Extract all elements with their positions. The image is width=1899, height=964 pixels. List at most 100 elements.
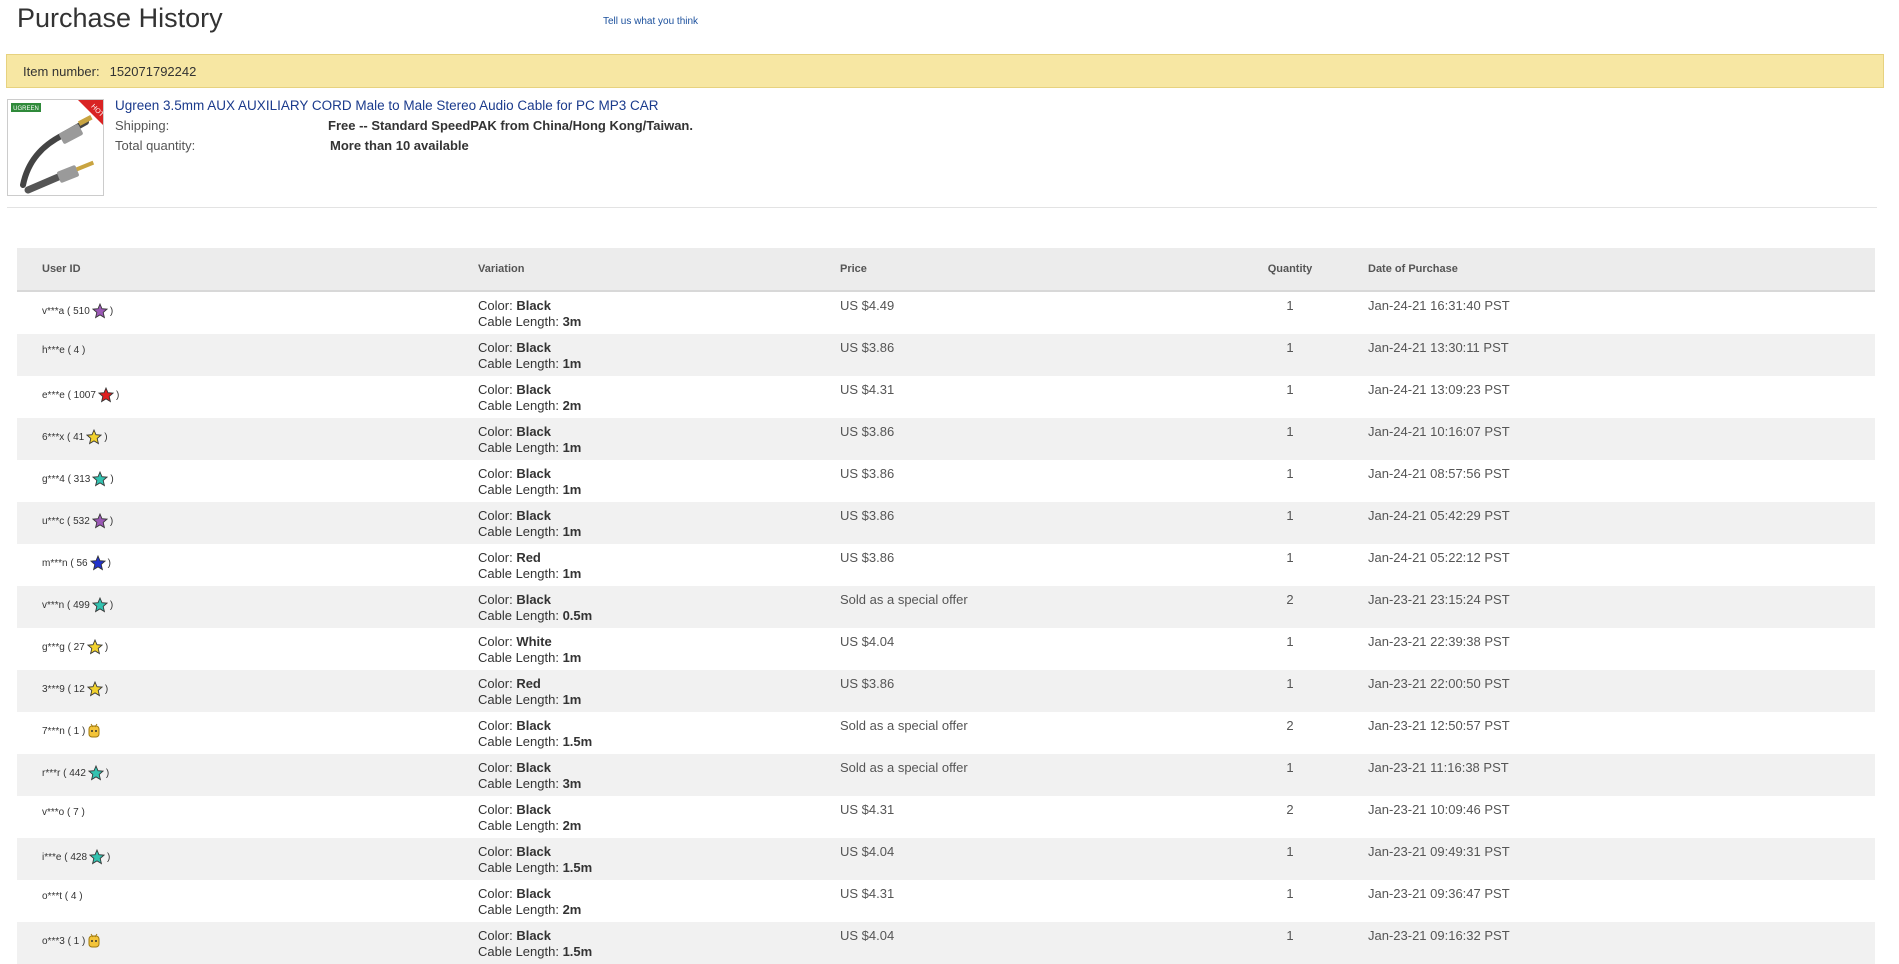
date-text: Jan-23-21 23:15:24 PST: [1368, 592, 1510, 607]
cell-price: US $3.86: [840, 334, 1212, 376]
cell-date: Jan-24-21 10:16:07 PST: [1368, 418, 1875, 460]
cell-quantity: 1: [1212, 838, 1368, 880]
cell-price: US $3.86: [840, 418, 1212, 460]
table-row: o***t ( 4 ) Color: Black Cable Length: 2m U…: [17, 880, 1875, 922]
user-id-text[interactable]: v***n ( 499: [42, 600, 90, 611]
total-quantity-label: Total quantity:: [115, 138, 196, 153]
cell-date: Jan-23-21 11:16:38 PST: [1368, 754, 1875, 796]
color-label: Color:: [478, 466, 513, 481]
length-value: 1m: [562, 440, 582, 455]
color-label: Color:: [478, 928, 513, 943]
user-id-text[interactable]: v***a ( 510: [42, 306, 90, 317]
cell-user-id: e***e ( 1007): [17, 376, 478, 418]
user-id-text[interactable]: e***e ( 1007: [42, 390, 96, 401]
user-id-text[interactable]: 7***n ( 1 ): [42, 726, 85, 737]
table-row: 7***n ( 1 ) Color: Black Cable Length: 1.5…: [17, 712, 1875, 754]
cell-variation: Color: Black Cable Length: 1.5m: [478, 838, 840, 880]
length-label: Cable Length:: [478, 818, 559, 833]
cell-variation: Color: Black Cable Length: 2m: [478, 796, 840, 838]
shipping-label: Shipping:: [115, 118, 170, 133]
user-id-text[interactable]: o***t ( 4 ): [42, 891, 83, 902]
cell-date: Jan-24-21 13:30:11 PST: [1368, 334, 1875, 376]
quantity-text: 1: [1286, 676, 1294, 691]
color-label: Color:: [478, 718, 513, 733]
cell-price: Sold as a special offer: [840, 712, 1212, 754]
cell-quantity: 1: [1212, 334, 1368, 376]
length-label: Cable Length:: [478, 734, 559, 749]
color-value: Black: [516, 760, 552, 775]
table-row: r***r ( 442) Color: Black Cable Length: 3m…: [17, 754, 1875, 796]
length-label: Cable Length:: [478, 482, 559, 497]
date-text: Jan-23-21 09:16:32 PST: [1368, 928, 1510, 943]
user-id-close: ): [109, 515, 114, 527]
user-id-text[interactable]: o***3 ( 1 ): [42, 936, 85, 947]
user-id-text[interactable]: m***n ( 56: [42, 558, 88, 569]
price-text: US $4.31: [840, 802, 895, 817]
feedback-star-icon: [86, 681, 103, 697]
color-value: Black: [516, 298, 552, 313]
length-value: 1m: [562, 524, 582, 539]
cell-price: US $3.86: [840, 544, 1212, 586]
user-id-text[interactable]: 6***x ( 41: [42, 432, 84, 443]
cell-variation: Color: Red Cable Length: 1m: [478, 670, 840, 712]
user-id-text[interactable]: h***e ( 4 ): [42, 345, 85, 356]
price-text: Sold as a special offer: [840, 592, 968, 607]
user-id-text[interactable]: 3***9 ( 12: [42, 684, 85, 695]
quantity-text: 1: [1286, 466, 1294, 481]
price-text: US $3.86: [840, 340, 895, 355]
cell-price: US $4.31: [840, 376, 1212, 418]
cell-user-id: m***n ( 56): [17, 544, 478, 586]
color-value: Black: [516, 466, 552, 481]
date-text: Jan-23-21 22:39:38 PST: [1368, 634, 1510, 649]
cell-quantity: 1: [1212, 628, 1368, 670]
cell-price: US $4.04: [840, 838, 1212, 880]
feedback-star-icon: [87, 765, 104, 781]
cell-price: Sold as a special offer: [840, 586, 1212, 628]
length-value: 3m: [562, 314, 582, 329]
color-value: Red: [516, 550, 541, 565]
quantity-text: 2: [1286, 718, 1294, 733]
user-id-text[interactable]: v***o ( 7 ): [42, 807, 85, 818]
length-label: Cable Length:: [478, 356, 559, 371]
feedback-star-icon: [91, 513, 108, 529]
length-value: 2m: [562, 902, 582, 917]
user-id-text[interactable]: r***r ( 442: [42, 768, 86, 779]
color-label: Color:: [478, 508, 513, 523]
user-id-text[interactable]: i***e ( 428: [42, 852, 87, 863]
length-label: Cable Length:: [478, 524, 559, 539]
purchase-table: User ID Variation Price Quantity Date of…: [17, 248, 1875, 964]
item-number-value: 152071792242: [109, 63, 197, 79]
price-text: US $4.49: [840, 298, 895, 313]
table-row: v***n ( 499) Color: Black Cable Length: 0.…: [17, 586, 1875, 628]
new-member-icon: [87, 933, 103, 949]
user-id-text[interactable]: g***4 ( 313: [42, 474, 90, 485]
purchase-history-page: Purchase History Tell us what you think …: [0, 0, 1899, 964]
table-row: 3***9 ( 12) Color: Red Cable Length: 1m US …: [17, 670, 1875, 712]
cell-variation: Color: Black Cable Length: 2m: [478, 880, 840, 922]
cell-user-id: r***r ( 442): [17, 754, 478, 796]
color-label: Color:: [478, 424, 513, 439]
length-label: Cable Length:: [478, 776, 559, 791]
length-label: Cable Length:: [478, 902, 559, 917]
column-header-variation: Variation: [478, 248, 840, 292]
length-value: 1m: [562, 566, 582, 581]
price-text: Sold as a special offer: [840, 760, 968, 775]
feedback-link[interactable]: Tell us what you think: [603, 16, 698, 27]
cell-user-id: 6***x ( 41): [17, 418, 478, 460]
product-thumbnail[interactable]: UGREEN HOT: [7, 99, 104, 196]
date-text: Jan-23-21 09:36:47 PST: [1368, 886, 1510, 901]
user-id-text[interactable]: g***g ( 27: [42, 642, 85, 653]
feedback-star-icon: [89, 849, 106, 865]
cell-quantity: 2: [1212, 586, 1368, 628]
cell-variation: Color: Black Cable Length: 1m: [478, 502, 840, 544]
user-id-text[interactable]: u***c ( 532: [42, 516, 90, 527]
cell-price: US $4.31: [840, 796, 1212, 838]
table-row: u***c ( 532) Color: Black Cable Length: 1m…: [17, 502, 1875, 544]
length-value: 1.5m: [562, 860, 593, 875]
color-value: Black: [516, 802, 552, 817]
cell-user-id: u***c ( 532): [17, 502, 478, 544]
date-text: Jan-23-21 12:50:57 PST: [1368, 718, 1510, 733]
column-header-user-id: User ID: [17, 248, 478, 292]
feedback-star-icon: [89, 555, 106, 571]
product-title-link[interactable]: Ugreen 3.5mm AUX AUXILIARY CORD Male to …: [115, 98, 658, 113]
